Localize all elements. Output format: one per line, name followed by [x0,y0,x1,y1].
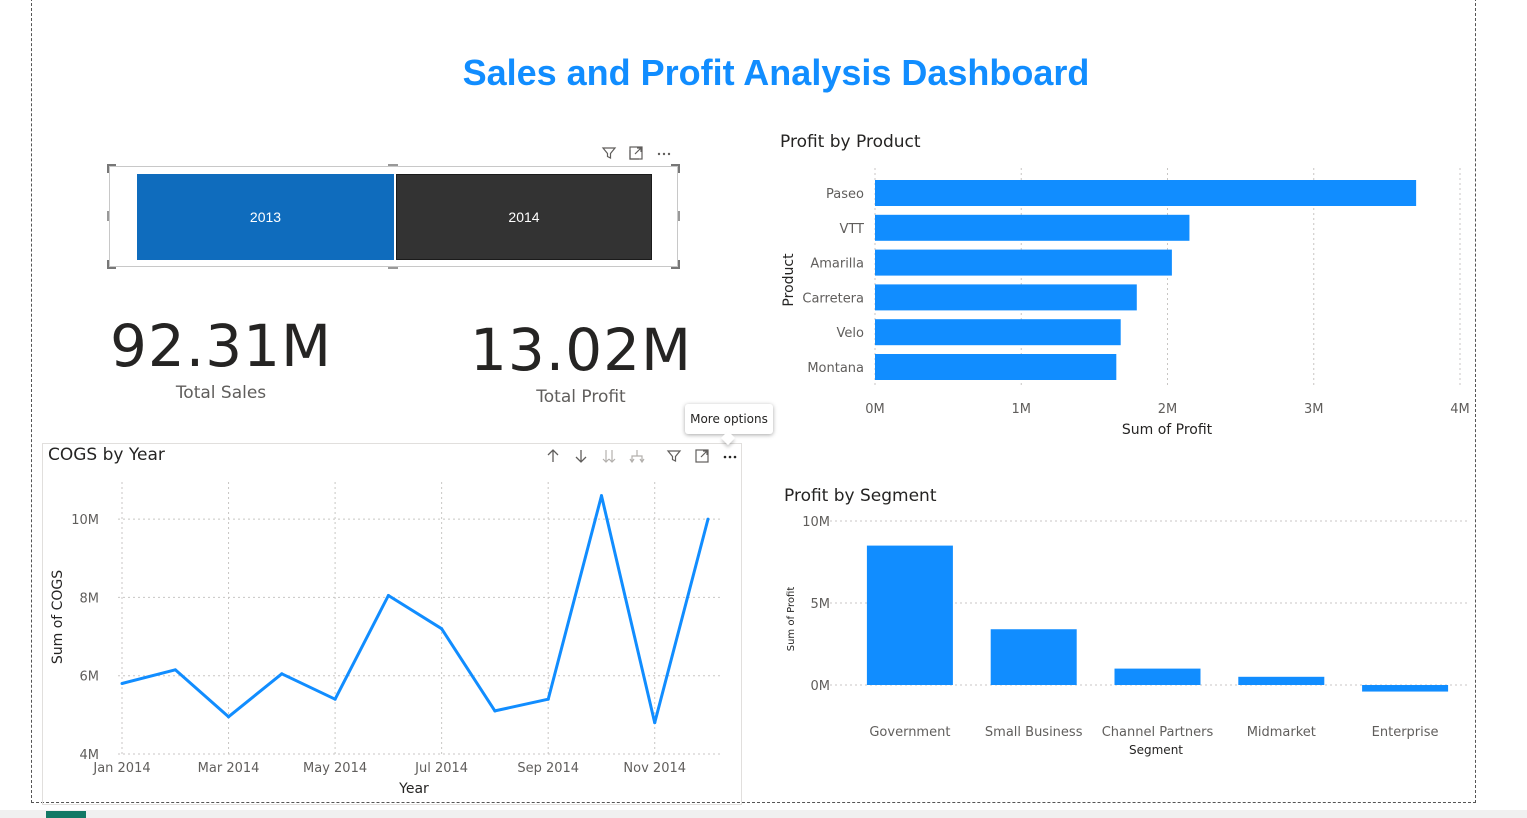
expand-hierarchy-icon[interactable] [628,447,646,465]
data-point [706,517,710,521]
total-profit-value: 13.02M [469,316,693,384]
x-tick-label: Jan 2014 [92,761,150,776]
resize-handle[interactable] [388,267,398,269]
bar [875,354,1117,380]
profit-by-product-title: Profit by Product [780,132,921,152]
x-tick-label: 0M [865,402,885,417]
drill-up-icon[interactable] [544,447,562,465]
total-sales-label: Total Sales [175,383,267,403]
y-tick-label: 5M [811,597,831,612]
y-tick-label: VTT [839,222,864,237]
series-line [121,494,710,725]
resize-handle[interactable] [671,260,680,269]
data-point [227,715,231,719]
bar [1238,676,1325,685]
bar [990,629,1077,685]
dashboard-title: Sales and Profit Analysis Dashboard [462,52,1090,93]
data-point [599,494,603,498]
active-page-tab[interactable] [46,811,86,818]
x-tick-label: Small Business [985,725,1083,740]
slicer-tile-2014[interactable]: 2014 [396,174,652,260]
cogs-visual-header [544,447,740,467]
data-point [173,668,177,672]
slicer-tile-2013[interactable]: 2013 [137,174,394,260]
profit-by-segment-chart: 0M 5M 10M Government Small Business Channel P… [786,515,1467,757]
filter-icon[interactable] [665,447,683,465]
y-axis-title: Sum of COGS [50,570,66,664]
focus-mode-icon[interactable] [627,144,645,162]
year-slicer[interactable]: 2013 2014 [107,164,680,269]
x-axis-title: Segment [1129,743,1183,757]
data-point [120,682,124,686]
y-tick-label: Montana [807,361,864,376]
bar [1362,685,1449,692]
more-options-icon[interactable] [721,447,739,465]
x-tick-label: Midmarket [1247,725,1316,740]
drill-down-icon[interactable] [572,447,590,465]
profit-by-segment-title: Profit by Segment [784,486,937,506]
x-tick-label: Enterprise [1372,725,1439,740]
data-point [440,627,444,631]
resize-handle[interactable] [107,164,116,173]
resize-handle[interactable] [388,164,398,166]
x-tick-label: Nov 2014 [623,761,686,776]
bar [875,180,1417,206]
total-sales-value: 92.31M [109,312,333,380]
x-tick-label: 1M [1012,402,1032,417]
x-tick-label: Sep 2014 [517,761,579,776]
x-axis-title: Sum of Profit [1122,422,1213,438]
resize-handle[interactable] [671,164,680,173]
cogs-by-year-chart: 4M6M8M10MJan 2014 Mar 2014 May 2014 Jul 201… [50,482,722,797]
x-tick-label: Mar 2014 [198,761,260,776]
x-tick-label: May 2014 [303,761,367,776]
x-tick-label: 2M [1158,402,1178,417]
data-point [653,721,657,725]
resize-handle[interactable] [678,211,680,221]
page-tab-strip [0,810,1527,818]
y-tick-label: Carretera [802,291,864,306]
bar [866,545,953,685]
more-options-icon[interactable] [655,144,673,162]
x-tick-label: Jul 2014 [414,761,468,776]
data-point [280,672,284,676]
slicer-visual-header [598,144,678,162]
x-axis-title: Year [398,781,429,797]
bar [875,284,1137,311]
data-point [386,593,390,597]
data-point [333,697,337,701]
y-tick-label: 0M [811,679,831,694]
y-tick-label: Amarilla [810,257,864,272]
more-options-tooltip: More options [685,404,773,434]
x-tick-label: 3M [1304,402,1324,417]
y-tick-label: 10M [71,513,99,528]
resize-handle[interactable] [107,211,109,221]
y-tick-label: 10M [802,515,830,530]
y-tick-label: Velo [837,326,864,341]
y-axis-title: Sum of Profit [786,587,797,652]
y-tick-label: Paseo [826,187,864,202]
total-profit-label: Total Profit [536,387,626,407]
y-tick-label: 8M [80,591,100,606]
resize-handle[interactable] [107,260,116,269]
bar [1114,668,1201,685]
x-tick-label: Channel Partners [1102,725,1214,740]
x-tick-label: 4M [1450,402,1470,417]
profit-by-product-chart: 0M 1M 2M 3M 4M Paseo VTT Amarilla Carretera Velo M… [781,168,1470,438]
expand-all-icon[interactable] [600,447,618,465]
data-point [546,697,550,701]
bar [875,214,1190,241]
bar [875,249,1172,276]
y-tick-label: 6M [80,670,100,685]
data-point [493,709,497,713]
y-axis-title: Product [781,253,797,307]
x-tick-label: Government [869,725,950,740]
cogs-by-year-title: COGS by Year [48,445,165,465]
bar [875,319,1121,346]
focus-mode-icon[interactable] [693,447,711,465]
filter-icon[interactable] [600,144,618,162]
